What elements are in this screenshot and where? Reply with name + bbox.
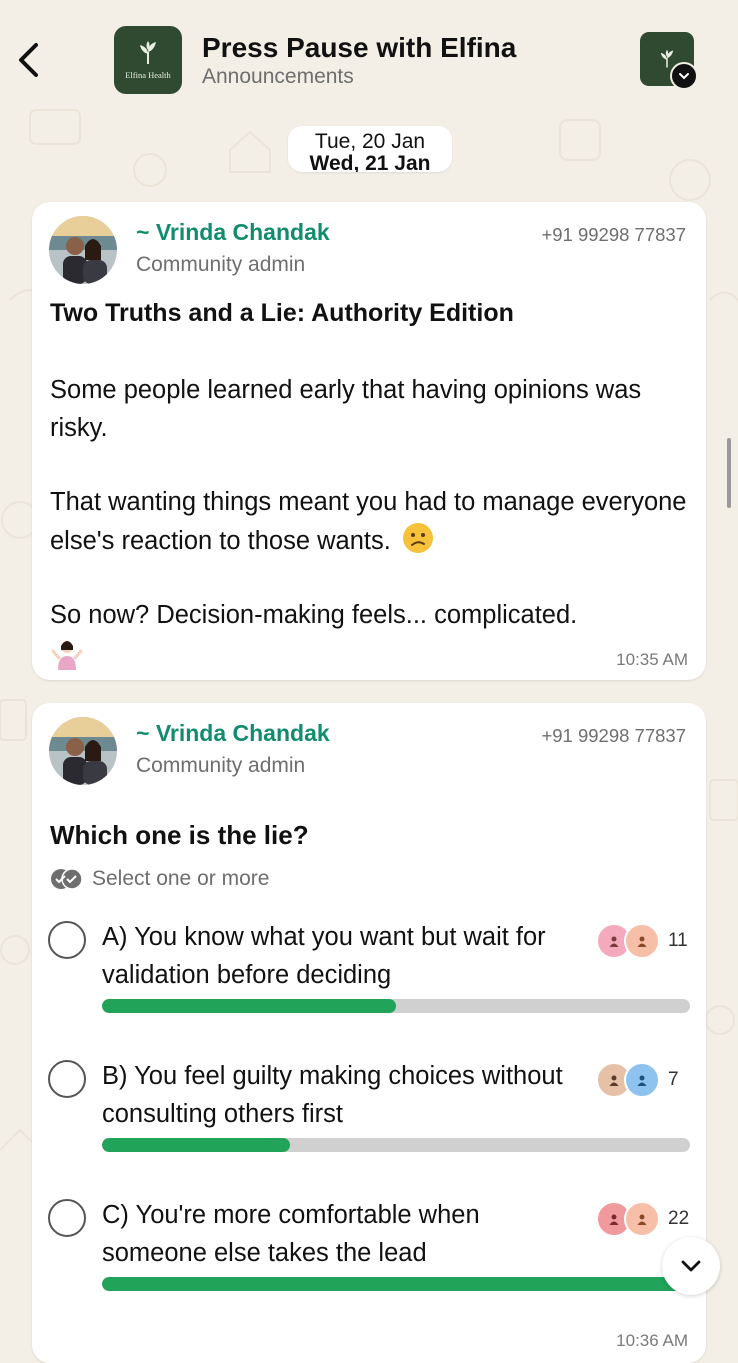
poll-bar-track	[102, 1138, 690, 1152]
date-next: Wed, 21 Jan	[309, 152, 431, 172]
person-shrugging-icon	[51, 641, 83, 670]
logo-label: Elfina Health	[125, 70, 171, 80]
sender-phone[interactable]: +91 99298 77837	[541, 224, 686, 246]
sender-phone[interactable]: +91 99298 77837	[541, 725, 686, 747]
sender-name[interactable]: ~ Vrinda Chandak	[136, 720, 330, 747]
poll-hint-text: Select one or more	[92, 867, 270, 890]
channel-logo[interactable]: Elfina Health	[114, 26, 182, 94]
voter-avatar-icon	[624, 923, 660, 959]
message-paragraph: That wanting things meant you had to man…	[50, 484, 690, 560]
avatar[interactable]	[49, 216, 117, 284]
channel-title[interactable]: Press Pause with Elfina	[202, 32, 516, 64]
poll-option[interactable]: C) You're more comfortable when someone …	[48, 1179, 690, 1299]
channel-subtitle[interactable]: Announcements	[202, 65, 354, 89]
poll-bar-fill	[102, 1277, 690, 1291]
message-paragraph: So now? Decision-making feels... complic…	[50, 601, 578, 629]
poll-voters[interactable]: 11	[596, 923, 690, 959]
poll-question: Which one is the lie?	[50, 820, 309, 850]
date-separator: Tue, 20 Jan Wed, 21 Jan	[288, 126, 452, 172]
poll-radio[interactable]	[48, 921, 86, 959]
poll-vote-count: 22	[668, 1208, 690, 1229]
poll-bar-fill	[102, 999, 396, 1013]
poll-bar-fill	[102, 1138, 291, 1152]
scrollbar[interactable]	[727, 438, 731, 508]
poll-message-bubble[interactable]: ~ Vrinda Chandak Community admin +91 992…	[32, 703, 706, 1363]
poll-option[interactable]: B) You feel guilty making choices withou…	[48, 1040, 690, 1160]
double-check-icon	[51, 868, 83, 890]
community-switcher[interactable]	[640, 32, 698, 90]
sender-role: Community admin	[136, 253, 306, 276]
message-time: 10:36 AM	[616, 1331, 688, 1350]
voter-avatar-icon	[624, 1201, 660, 1237]
chevron-down-icon	[670, 62, 698, 90]
chat-header: Elfina Health Press Pause with Elfina An…	[0, 0, 738, 118]
poll-option-label: B) You feel guilty making choices withou…	[102, 1062, 563, 1128]
confused-face-icon	[402, 522, 433, 553]
poll-bar-track	[102, 1277, 690, 1291]
scroll-to-bottom-button[interactable]	[662, 1237, 720, 1295]
poll-bar-track	[102, 999, 690, 1013]
poll-option[interactable]: A) You know what you want but wait for v…	[48, 901, 690, 1021]
voter-avatar-icon	[624, 1062, 660, 1098]
sender-name[interactable]: ~ Vrinda Chandak	[136, 219, 330, 246]
message-paragraph: Some people learned early that having op…	[50, 376, 642, 442]
message-bubble[interactable]: ~ Vrinda Chandak Community admin +91 992…	[32, 202, 706, 680]
poll-radio[interactable]	[48, 1199, 86, 1237]
message-paragraph-text: That wanting things meant you had to man…	[50, 488, 687, 555]
poll-option-label: A) You know what you want but wait for v…	[102, 923, 546, 989]
message-time: 10:35 AM	[616, 650, 688, 669]
back-button[interactable]	[12, 40, 46, 80]
leaf-icon	[140, 41, 156, 64]
poll-vote-count: 11	[668, 930, 688, 951]
poll-option-label: C) You're more comfortable when someone …	[102, 1201, 480, 1267]
sender-role: Community admin	[136, 754, 306, 777]
poll-voters[interactable]: 7	[596, 1062, 690, 1098]
chevron-left-icon	[19, 43, 38, 77]
poll-radio[interactable]	[48, 1060, 86, 1098]
avatar[interactable]	[49, 717, 117, 785]
chevron-down-icon	[681, 1260, 701, 1272]
poll-voters[interactable]: 22	[596, 1201, 690, 1237]
poll-vote-count: 7	[668, 1069, 679, 1090]
poll-hint: Select one or more	[50, 867, 269, 891]
date-current: Tue, 20 Jan	[314, 130, 426, 153]
message-title: Two Truths and a Lie: Authority Edition	[50, 299, 514, 327]
